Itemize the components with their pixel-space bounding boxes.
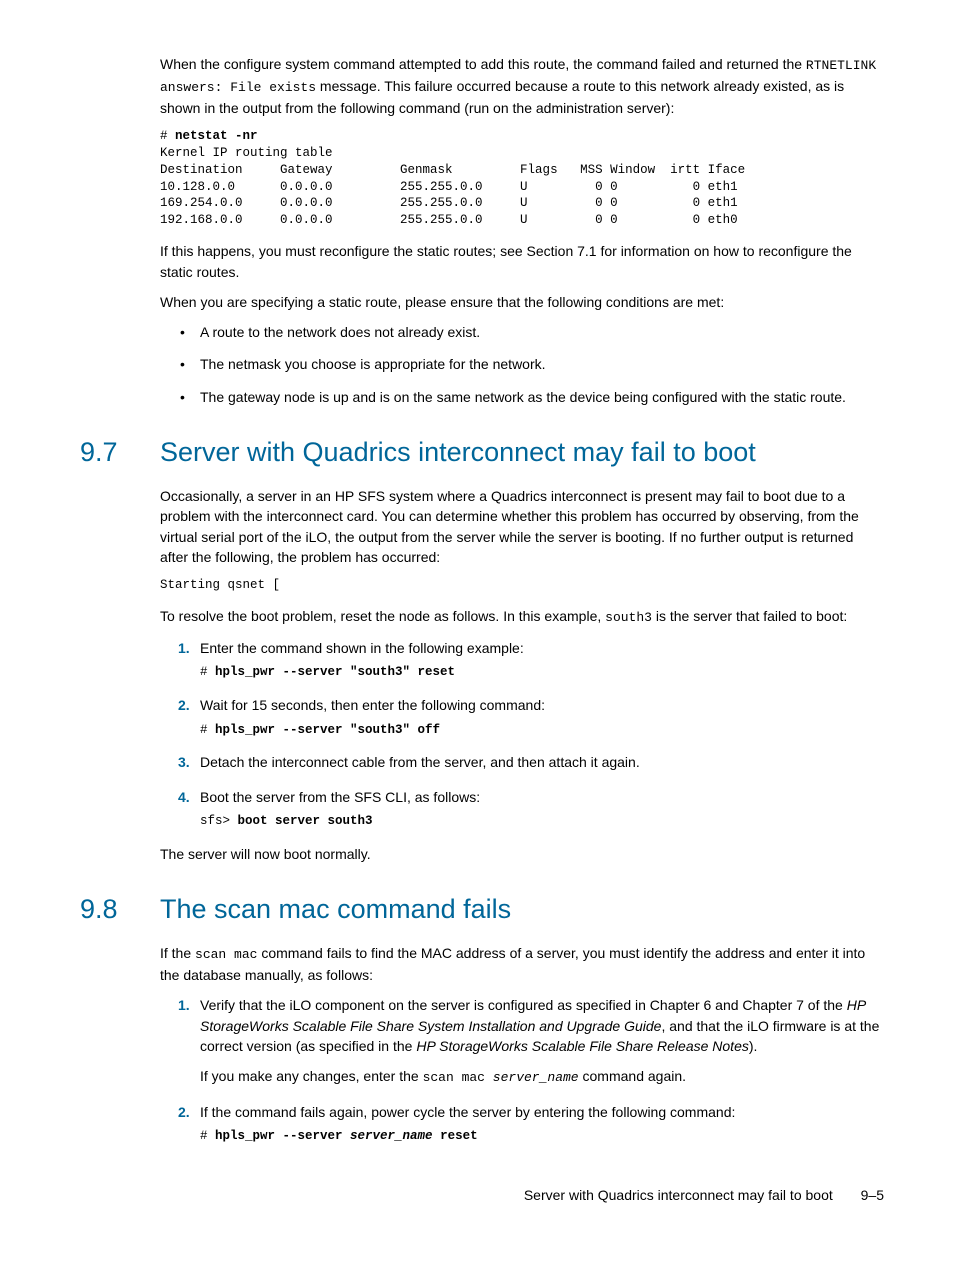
paragraph: To resolve the boot problem, reset the n… <box>160 606 884 628</box>
command: hpls_pwr --server "south3" reset <box>215 665 455 679</box>
footer-title: Server with Quadrics interconnect may fa… <box>524 1187 833 1203</box>
inline-code: scan mac <box>423 1070 493 1085</box>
section-9-7-heading: 9.7Server with Quadrics interconnect may… <box>80 433 884 472</box>
command-block: sfs> boot server south3 <box>200 813 884 830</box>
cmd-part: reset <box>433 1129 478 1143</box>
step-text: If you make any changes, enter the scan … <box>200 1066 884 1088</box>
list-item: • The netmask you choose is appropriate f… <box>160 354 884 374</box>
step-text: Wait for 15 seconds, then enter the foll… <box>200 697 545 713</box>
section-title: Server with Quadrics interconnect may fa… <box>160 437 756 467</box>
text: Verify that the iLO component on the ser… <box>200 997 847 1013</box>
text: When the configure system command attemp… <box>160 56 806 72</box>
step-text: Detach the interconnect cable from the s… <box>200 754 640 770</box>
text: To resolve the boot problem, reset the n… <box>160 608 605 624</box>
list-text: The netmask you choose is appropriate fo… <box>200 356 546 372</box>
intro-block: When the configure system command attemp… <box>80 54 884 407</box>
section-title: The scan mac command fails <box>160 894 511 924</box>
steps-list: 1. Enter the command shown in the follow… <box>160 638 884 830</box>
list-item: 3. Detach the interconnect cable from th… <box>160 752 884 772</box>
cmd-variable: server_name <box>350 1129 433 1143</box>
step-number: 1. <box>178 995 190 1015</box>
bullet-icon: • <box>180 387 185 407</box>
command: boot server south3 <box>238 814 373 828</box>
step-text: Verify that the iLO component on the ser… <box>200 995 884 1056</box>
step-text: Enter the command shown in the following… <box>200 640 524 656</box>
prompt: # <box>200 723 215 737</box>
inline-code: scan mac <box>195 947 257 962</box>
inline-code-variable: server_name <box>493 1070 579 1085</box>
paragraph: Occasionally, a server in an HP SFS syst… <box>160 486 884 567</box>
page-footer: Server with Quadrics interconnect may fa… <box>80 1185 884 1205</box>
step-number: 1. <box>178 638 190 658</box>
command-block: # hpls_pwr --server server_name reset <box>200 1128 884 1145</box>
prompt: # <box>200 1129 215 1143</box>
intro-paragraph-2: If this happens, you must reconfigure th… <box>160 241 884 282</box>
text: ). <box>749 1038 758 1054</box>
qsnet-output: Starting qsnet [ <box>160 577 884 594</box>
section-number: 9.7 <box>80 433 160 472</box>
steps-list: 1. Verify that the iLO component on the … <box>160 995 884 1145</box>
list-item: 2. Wait for 15 seconds, then enter the f… <box>160 695 884 738</box>
section-9-8-heading: 9.8The scan mac command fails <box>80 890 884 929</box>
command: hpls_pwr --server server_name reset <box>215 1129 478 1143</box>
prompt: sfs> <box>200 814 238 828</box>
section-9-7-body: Occasionally, a server in an HP SFS syst… <box>80 486 884 864</box>
list-text: A route to the network does not already … <box>200 324 480 340</box>
prompt: # <box>200 665 215 679</box>
list-item: 1. Verify that the iLO component on the … <box>160 995 884 1088</box>
step-text: If the command fails again, power cycle … <box>200 1104 735 1120</box>
list-item: 2. If the command fails again, power cyc… <box>160 1102 884 1145</box>
bullet-icon: • <box>180 354 185 374</box>
netstat-output: # netstat -nr Kernel IP routing table De… <box>160 128 884 229</box>
paragraph: If the scan mac command fails to find th… <box>160 943 884 985</box>
inline-code: south3 <box>605 610 652 625</box>
text: If the <box>160 945 195 961</box>
bullet-icon: • <box>180 322 185 342</box>
prompt: # <box>160 129 175 143</box>
page-number: 9–5 <box>861 1187 884 1203</box>
cmd-part: hpls_pwr --server <box>215 1129 350 1143</box>
text: If you make any changes, enter the <box>200 1068 423 1084</box>
command-block: # hpls_pwr --server "south3" reset <box>200 664 884 681</box>
command: hpls_pwr --server "south3" off <box>215 723 440 737</box>
step-number: 2. <box>178 695 190 715</box>
conditions-list: • A route to the network does not already… <box>160 322 884 407</box>
list-text: The gateway node is up and is on the sam… <box>200 389 846 405</box>
command: netstat -nr <box>175 129 258 143</box>
text: is the server that failed to boot: <box>652 608 847 624</box>
step-text: Boot the server from the SFS CLI, as fol… <box>200 789 480 805</box>
list-item: 1. Enter the command shown in the follow… <box>160 638 884 681</box>
step-number: 3. <box>178 752 190 772</box>
intro-paragraph-1: When the configure system command attemp… <box>160 54 884 118</box>
list-item: 4. Boot the server from the SFS CLI, as … <box>160 787 884 830</box>
command-block: # hpls_pwr --server "south3" off <box>200 722 884 739</box>
table-output: Kernel IP routing table Destination Gate… <box>160 146 745 228</box>
intro-paragraph-3: When you are specifying a static route, … <box>160 292 884 312</box>
text: command fails to find the MAC address of… <box>160 945 865 983</box>
step-number: 4. <box>178 787 190 807</box>
section-9-8-body: If the scan mac command fails to find th… <box>80 943 884 1145</box>
step-number: 2. <box>178 1102 190 1122</box>
text: command again. <box>579 1068 686 1084</box>
book-title: HP StorageWorks Scalable File Share Rele… <box>416 1038 749 1054</box>
list-item: • The gateway node is up and is on the sa… <box>160 387 884 407</box>
section-number: 9.8 <box>80 890 160 929</box>
list-item: • A route to the network does not already… <box>160 322 884 342</box>
paragraph: The server will now boot normally. <box>160 844 884 864</box>
